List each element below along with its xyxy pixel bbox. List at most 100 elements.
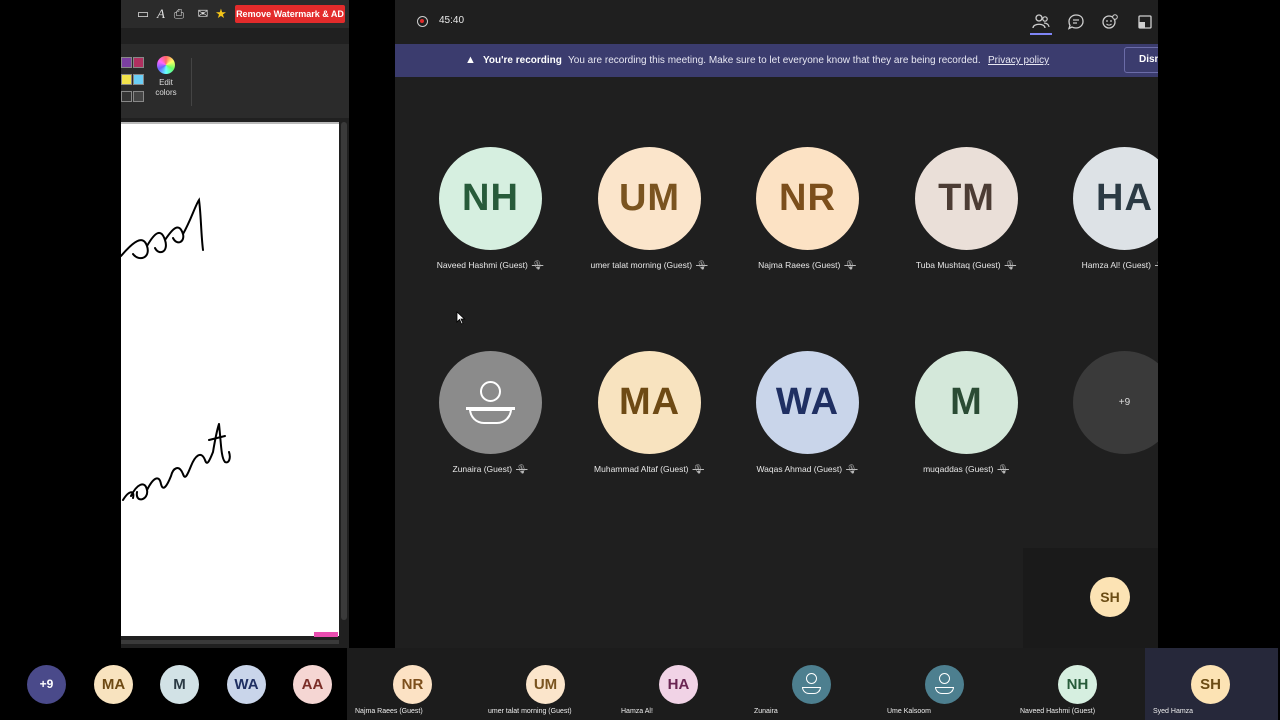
color-swatch-maroon[interactable]	[133, 57, 144, 68]
participant-name-row: Zunaira (Guest) 🎙︎	[415, 464, 565, 475]
warning-icon: ▲	[465, 54, 476, 66]
strip-participant-tile[interactable]: Ume Kalsoom	[879, 648, 1012, 720]
mic-off-icon: 🎙︎	[692, 464, 704, 474]
participant-tile[interactable]: Mmuqaddas (Guest) 🎙︎	[891, 351, 1041, 491]
handwriting-drawing	[121, 197, 231, 501]
paint-canvas[interactable]	[121, 122, 339, 636]
reactions-icon[interactable]	[1100, 12, 1120, 32]
participant-name: muqaddas (Guest)	[923, 464, 994, 474]
more-participants-tile[interactable]: +9	[1049, 351, 1158, 491]
strip-avatar[interactable]: AA	[293, 665, 332, 704]
strip-participant-name: Naveed Hashmi (Guest)	[1020, 708, 1096, 715]
participant-name: Hamza Al! (Guest)	[1081, 260, 1151, 270]
banner-title: You're recording	[483, 55, 562, 66]
participant-name: Muhammad Altaf (Guest)	[594, 464, 689, 474]
participant-name-row: Najma Raees (Guest) 🎙︎	[732, 260, 882, 271]
recording-banner: ▲ You're recording You are recording thi…	[395, 44, 1158, 77]
paint-vertical-scrollbar[interactable]	[341, 122, 347, 620]
participant-avatar: MA	[598, 351, 701, 454]
strip-participant-name: Ume Kalsoom	[887, 708, 931, 715]
self-view[interactable]: SH	[1023, 548, 1158, 648]
participant-tile[interactable]: TM Tuba Mushtaq (Guest) 🎙︎	[891, 147, 1041, 287]
paint-watermark-badge	[314, 632, 338, 637]
participant-name-row: Muhammad Altaf (Guest) 🎙︎	[574, 464, 724, 475]
mic-off-icon: 🎙︎	[1004, 260, 1017, 270]
participant-tile[interactable]: Zunaira (Guest) 🎙︎	[415, 351, 565, 491]
chat-icon[interactable]	[1066, 12, 1086, 32]
participant-avatar: TM	[915, 147, 1018, 250]
paint-ribbon: Edit colors	[121, 44, 349, 118]
person-icon	[792, 665, 831, 704]
text-tool-icon[interactable]: A	[153, 6, 169, 22]
participant-name-row: muqaddas (Guest) 🎙︎	[891, 464, 1041, 475]
color-swatch-lightblue[interactable]	[133, 74, 144, 85]
overflow-count-avatar[interactable]: +9	[27, 665, 66, 704]
dismiss-button[interactable]: Dismiss	[1124, 47, 1158, 73]
strip-participant-tile[interactable]: SH Syed Hamza	[1145, 648, 1278, 720]
participant-tile[interactable]: NH Naveed Hashmi (Guest) 🎙︎	[415, 147, 565, 287]
color-swatch-dark[interactable]	[121, 91, 132, 102]
banner-message: You are recording this meeting. Make sur…	[568, 55, 981, 66]
remove-watermark-button[interactable]: Remove Watermark & AD	[235, 5, 345, 23]
mic-off-icon: 🎙︎	[844, 260, 856, 270]
participants-active-indicator	[1030, 33, 1052, 35]
meeting-window: 45:40 ▲ You're recording You are recordi…	[395, 0, 1158, 648]
participant-name: Zunaira (Guest)	[452, 464, 513, 474]
edit-colors-button[interactable]: Edit colors	[153, 56, 179, 98]
star-icon[interactable]: ★	[213, 6, 229, 22]
strip-avatar[interactable]: M	[160, 665, 199, 704]
ribbon-divider	[191, 58, 192, 106]
participant-strip: +9 MA M WA AA NR Najma Raees (Guest) UM umer tal…	[0, 648, 1280, 720]
participant-name-row: umer talat morning (Guest) 🎙︎	[574, 260, 724, 271]
strip-participant-tile[interactable]: NH Naveed Hashmi (Guest)	[1012, 648, 1145, 720]
participant-tile[interactable]: MA Muhammad Altaf (Guest) 🎙︎	[574, 351, 724, 491]
person-icon	[439, 351, 542, 454]
participant-name: umer talat morning (Guest)	[590, 260, 693, 270]
screen: ▭ A ⎙ ✉ ★ Remove Watermark & AD Edit col…	[0, 0, 1280, 720]
participant-name-row: Tuba Mushtaq (Guest) 🎙︎	[891, 260, 1041, 271]
color-wheel-icon	[157, 56, 175, 74]
strip-avatar[interactable]: MA	[94, 665, 133, 704]
privacy-policy-link[interactable]: Privacy policy	[988, 55, 1049, 66]
participant-name-row: Naveed Hashmi (Guest) 🎙︎	[415, 260, 565, 271]
edit-colors-label-2: colors	[155, 88, 177, 97]
meeting-topbar: 45:40	[395, 0, 1158, 44]
participant-tile[interactable]: UM umer talat morning (Guest) 🎙︎	[574, 147, 724, 287]
print-icon[interactable]: ⎙	[171, 6, 187, 22]
color-swatch-yellow[interactable]	[121, 74, 132, 85]
color-swatch-purple[interactable]	[121, 57, 132, 68]
strip-participant-tile[interactable]: NR Najma Raees (Guest)	[347, 648, 480, 720]
strip-avatar: UM	[526, 665, 565, 704]
participant-name: Najma Raees (Guest)	[758, 260, 841, 270]
mic-off-icon: 🎙︎	[516, 464, 528, 474]
window-icon[interactable]: ▭	[135, 6, 151, 22]
paint-window: ▭ A ⎙ ✉ ★ Remove Watermark & AD Edit col…	[121, 0, 349, 648]
self-avatar: SH	[1090, 577, 1130, 617]
participant-tile[interactable]: NR Najma Raees (Guest) 🎙︎	[732, 147, 882, 287]
mail-icon[interactable]: ✉	[195, 6, 211, 22]
participant-avatar: NH	[439, 147, 542, 250]
color-swatch-gray[interactable]	[133, 91, 144, 102]
strip-avatar: NH	[1058, 665, 1097, 704]
participant-tile[interactable]: HA Hamza Al! (Guest) 🎙︎	[1049, 147, 1158, 287]
person-icon	[925, 665, 964, 704]
participant-avatar: HA	[1073, 147, 1158, 250]
share-tray-icon[interactable]	[1135, 12, 1155, 32]
strip-participant-name: umer talat morning (Guest)	[488, 708, 572, 715]
strip-participant-tile[interactable]: Zunaira	[746, 648, 879, 720]
meeting-timer: 45:40	[439, 15, 465, 26]
mic-off-icon: 🎙︎	[1155, 260, 1158, 270]
strip-avatar: NR	[393, 665, 432, 704]
participant-tile[interactable]: WA Waqas Ahmad (Guest) 🎙︎	[732, 351, 882, 491]
paint-horizontal-scrollbar[interactable]	[121, 640, 339, 644]
participant-name: Naveed Hashmi (Guest)	[436, 260, 528, 270]
participant-name-row: Waqas Ahmad (Guest) 🎙︎	[732, 464, 882, 475]
mic-off-icon: 🎙︎	[696, 260, 708, 270]
recording-icon	[417, 16, 428, 27]
participant-avatar: WA	[756, 351, 859, 454]
strip-avatar[interactable]: WA	[227, 665, 266, 704]
participants-icon[interactable]	[1031, 12, 1051, 32]
strip-participant-tile[interactable]: UM umer talat morning (Guest)	[480, 648, 613, 720]
strip-participant-name: Syed Hamza	[1153, 708, 1194, 715]
strip-participant-tile[interactable]: HA Hamza Al!	[613, 648, 746, 720]
